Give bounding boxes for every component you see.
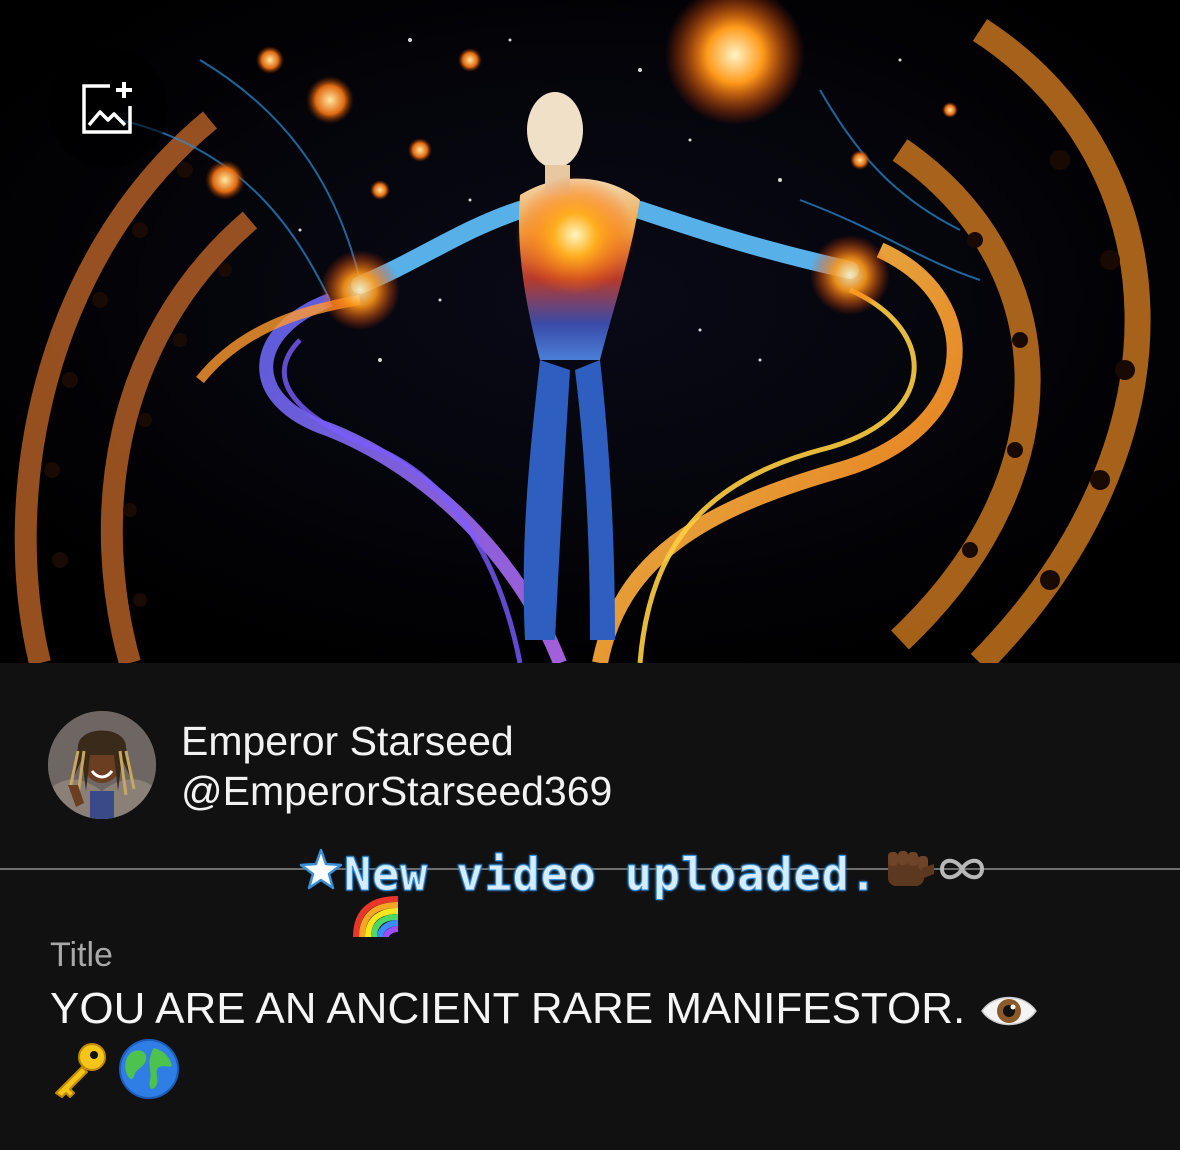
key-icon [50,1039,110,1104]
add-image-icon [82,82,132,134]
cover-image [0,0,1180,663]
title-emojis [50,1038,180,1105]
announcement-text: New video uploaded. [344,847,878,901]
add-image-button[interactable] [48,48,168,168]
eye-icon [979,989,1039,1049]
post-card: Emperor Starseed @EmperorStarseed369 New… [0,663,1180,1150]
star-icon [298,846,344,897]
channel-name[interactable]: Emperor Starseed [181,717,514,765]
title-text: YOU ARE AN ANCIENT RARE MANIFESTOR. [50,984,966,1033]
announcement: New video uploaded. [298,841,988,901]
title-label: Title [50,936,113,974]
cosmic-figure-illustration [0,0,1180,663]
globe-icon [118,1038,180,1105]
raised-fist-icon [882,846,936,897]
infinity-icon [936,846,988,897]
channel-avatar[interactable] [48,711,156,819]
avatar-photo [48,711,156,819]
channel-handle[interactable]: @EmperorStarseed369 [181,767,612,815]
rainbow-icon [352,893,402,944]
title-value[interactable]: YOU ARE AN ANCIENT RARE MANIFESTOR. [50,979,1150,1049]
